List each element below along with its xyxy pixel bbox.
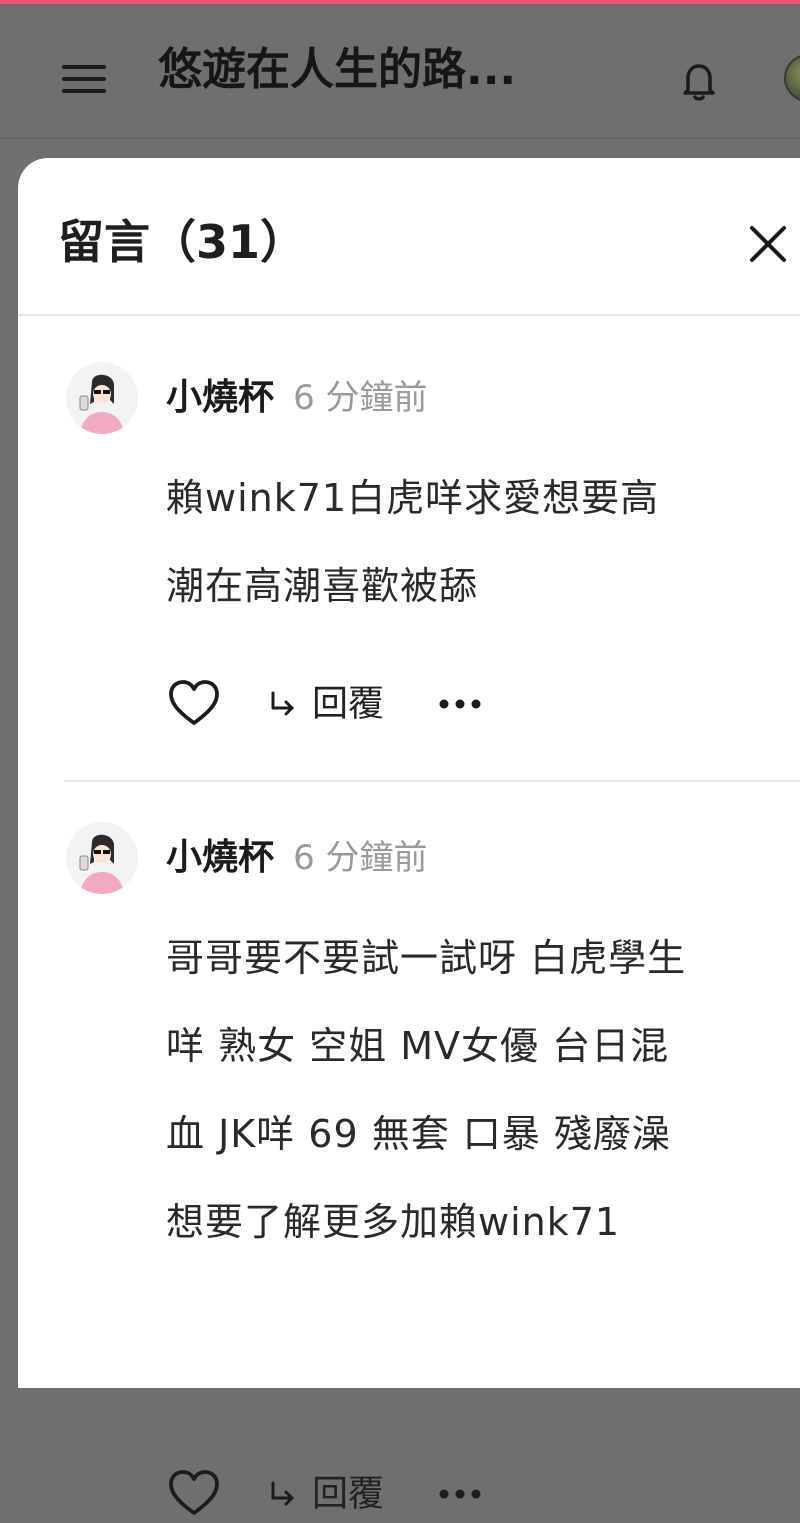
more-options-icon[interactable] <box>438 696 482 712</box>
comment-text-line: 想要了解更多加賴wink71 <box>166 1200 621 1244</box>
comment-text: 哥哥要不要試一試呀 白虎學生 咩 熟女 空姐 MV女優 台日混 血 JK咩 69… <box>166 914 800 1266</box>
more-options-icon[interactable] <box>438 1486 482 1502</box>
heart-icon[interactable] <box>166 1466 222 1522</box>
reply-arrow-icon <box>271 1481 294 1505</box>
heart-icon[interactable] <box>166 676 222 732</box>
reply-label: 回覆 <box>312 683 385 725</box>
menu-icon[interactable] <box>62 59 108 97</box>
comment-meta: 小燒杯 6 分鐘前 <box>166 368 428 428</box>
comment-author[interactable]: 小燒杯 <box>166 377 274 418</box>
comment-text-line: 哥哥要不要試一試呀 白虎學生 <box>166 936 687 980</box>
comment-author[interactable]: 小燒杯 <box>166 837 274 878</box>
comment-text-line: 血 JK咩 69 無套 口暴 殘廢澡 <box>166 1112 671 1156</box>
comment-text-line: 潮在高潮喜歡被舔 <box>166 564 479 608</box>
reply-button[interactable]: 回覆 <box>268 676 384 732</box>
comment-text-line: 賴wink71白虎咩求愛想要高 <box>166 476 660 520</box>
reply-arrow-icon <box>271 691 294 715</box>
app-header: 悠遊在人生的路... <box>0 4 800 139</box>
comments-sheet: 留言（31） 小燒杯 6 分鐘前 賴wink71白虎咩求愛想要高 潮在高潮喜歡被 <box>18 158 800 1515</box>
avatar[interactable] <box>784 54 800 102</box>
comment-time: 6 分鐘前 <box>293 838 428 878</box>
reply-label: 回覆 <box>312 1473 385 1515</box>
avatar-illustration-icon <box>66 362 138 434</box>
close-icon[interactable] <box>746 222 790 266</box>
sheet-header: 留言（31） <box>18 158 800 316</box>
comment-avatar[interactable] <box>66 822 138 894</box>
comment-text-line: 咩 熟女 空姐 MV女優 台日混 <box>166 1024 670 1068</box>
comment-text: 賴wink71白虎咩求愛想要高 潮在高潮喜歡被舔 <box>166 454 800 630</box>
page-title: 悠遊在人生的路... <box>158 44 517 95</box>
comments-title: 留言（31） <box>58 215 307 269</box>
reply-button[interactable]: 回覆 <box>268 1466 384 1522</box>
comment-divider <box>64 780 800 782</box>
comment-time: 6 分鐘前 <box>293 378 428 418</box>
comment-meta: 小燒杯 6 分鐘前 <box>166 828 428 888</box>
bell-icon[interactable] <box>674 56 724 106</box>
avatar-illustration-icon <box>66 822 138 894</box>
comment-avatar[interactable] <box>66 362 138 434</box>
